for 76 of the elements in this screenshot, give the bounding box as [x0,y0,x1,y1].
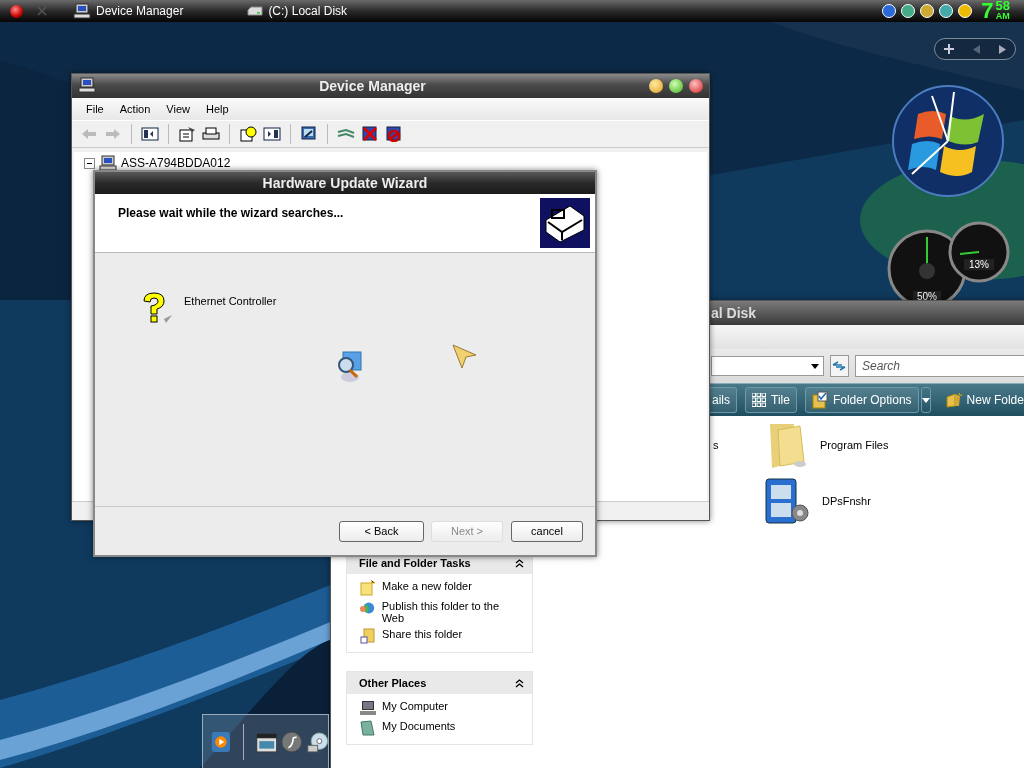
collapse-icon[interactable] [515,558,524,568]
search-field[interactable]: Search [855,355,1024,377]
next-icon[interactable] [998,44,1006,54]
wizard-heading: Please wait while the wizard searches... [118,206,344,222]
computer-icon [99,155,117,171]
previous-icon[interactable] [973,44,980,54]
panel-title: Other Places [359,677,427,689]
collapse-icon[interactable] [515,678,524,688]
computer-icon [359,700,376,716]
clock-period: AM [995,11,1010,21]
question-mark-icon [140,291,172,325]
task-link[interactable]: Publish this folder to the Web [381,600,522,624]
grid-icon [752,393,766,407]
gauge-reading: 13% [964,259,994,270]
pane-icon[interactable] [141,126,159,142]
clock-minute: 58 [995,1,1010,11]
task-link[interactable]: My Documents [382,720,456,732]
clock-hour: 7 [981,1,994,21]
flash-player-icon[interactable] [281,728,303,755]
task-link[interactable]: Make a new folder [382,580,472,592]
properties-icon[interactable] [178,126,196,142]
pane-icon[interactable] [263,126,281,142]
search-animation-icon [337,351,363,383]
toolbar-button[interactable]: Tile [745,387,797,413]
menu-item[interactable]: File [78,101,112,117]
file-name[interactable]: s [713,439,719,451]
cursor-icon [451,343,477,369]
device-name: Ethernet Controller [184,295,277,307]
shared-folder-icon [359,628,376,644]
wizard-button[interactable]: < Back [339,520,424,542]
add-icon[interactable] [944,44,955,54]
wizard-button[interactable]: cancel [511,520,583,542]
task-link[interactable]: My Computer [382,700,449,712]
menu-item[interactable]: View [158,101,198,117]
new-folder-icon [945,392,962,408]
menu-item[interactable]: Help [197,101,237,117]
file-cabinet-icon [764,477,810,525]
task-link[interactable]: Share this folder [382,628,463,640]
taskbar-button[interactable]: Device Manager [69,3,188,19]
close-icon[interactable] [10,4,23,18]
dropdown-arrow-icon [921,397,930,403]
drive-icon [247,6,264,16]
app-tray-icon[interactable] [919,3,936,19]
app-tray-icon[interactable] [938,3,955,19]
panel-title: File and Folder Tasks [359,557,471,569]
hardware-icon [540,198,590,248]
collapse-icon[interactable] [84,157,95,169]
tree-item[interactable]: ASS-A794BDDA012 [121,156,231,170]
documents-icon [359,720,376,736]
toolbar-button[interactable]: New Folde [938,387,1024,413]
toolbar-button[interactable]: Folder Options [804,387,919,413]
refresh-icon [832,360,847,372]
computer-icon [73,3,91,19]
window-title: al Disk [711,305,757,321]
maximize-button[interactable] [669,79,683,93]
refresh-button[interactable] [829,355,849,377]
dropdown-button[interactable] [920,387,931,413]
dialog-title: Hardware Update Wizard [261,175,429,191]
file-name[interactable]: DPsFnshr [822,495,871,507]
gauge-icon [948,221,1010,283]
menu-item[interactable]: Action [111,101,159,117]
new-folder-icon [359,580,376,596]
folder-options-icon [811,391,828,409]
dropdown-arrow-icon[interactable] [810,363,819,369]
window-title: Device Manager [318,78,427,94]
computer-icon [78,76,96,93]
printer-icon[interactable] [202,126,220,142]
address-field[interactable] [711,356,824,376]
minimize-button[interactable] [649,79,663,93]
toolbar-button[interactable]: ails [710,387,737,413]
uninstall-icon[interactable] [385,126,403,142]
globe-icon [359,600,376,616]
disable-device-icon[interactable] [361,126,379,142]
close-button[interactable] [689,79,703,93]
taskbar-button[interactable]: (C:) Local Disk [243,4,352,18]
file-name[interactable]: Program Files [820,439,889,451]
